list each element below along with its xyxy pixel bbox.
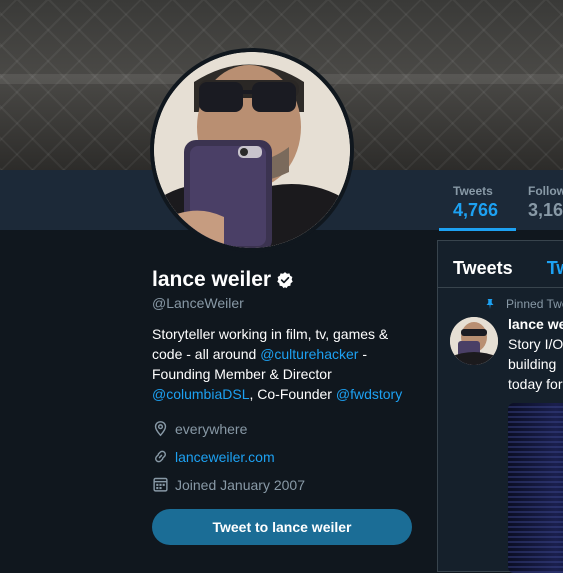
bio-mention-columbiadsl[interactable]: @columbiaDSL	[152, 386, 249, 402]
following-stat[interactable]: Follow 3,16	[528, 184, 563, 221]
tab-tweets-and-replies[interactable]: Tw	[547, 258, 563, 279]
avatar-photo	[154, 52, 350, 248]
location-text: everywhere	[175, 420, 248, 437]
profile-bio: Storyteller working in film, tv, games &…	[152, 324, 412, 404]
joined-text: Joined January 2007	[175, 476, 305, 493]
profile-location: everywhere	[152, 420, 247, 437]
tweets-stat-label: Tweets	[453, 184, 493, 198]
bio-mention-fwdstory[interactable]: @fwdstory	[336, 386, 402, 402]
profile-website: lanceweiler.com	[152, 448, 275, 465]
profile-name[interactable]: lance weiler	[152, 268, 271, 292]
bio-text-3: , Co-Founder	[249, 386, 336, 402]
profile-joined: Joined January 2007	[152, 476, 305, 493]
bio-mention-culturehacker[interactable]: @culturehacker	[260, 346, 358, 362]
avatar-illustration	[154, 52, 350, 248]
calendar-icon	[153, 477, 168, 492]
pinned-text: Pinned Twe	[506, 297, 563, 311]
tweets-stat-value: 4,766	[453, 200, 499, 220]
map-pin-icon	[154, 421, 167, 437]
pinned-tweet-label: Pinned Twe	[484, 297, 563, 311]
profile-avatar[interactable]	[150, 48, 354, 252]
verified-badge-icon	[277, 272, 293, 289]
timeline-divider	[438, 287, 563, 288]
tweet-author-avatar[interactable]	[450, 317, 498, 365]
link-icon	[155, 450, 166, 463]
tab-tweets[interactable]: Tweets	[453, 258, 513, 279]
following-stat-value: 3,16	[528, 200, 563, 220]
pin-icon	[486, 299, 494, 309]
timeline-tabs: Tweets Tw	[453, 258, 563, 279]
website-link[interactable]: lanceweiler.com	[175, 449, 275, 465]
profile-handle[interactable]: @LanceWeiler	[152, 295, 244, 311]
tweets-stat[interactable]: Tweets 4,766	[438, 184, 517, 231]
profile-name-row: lance weiler	[152, 268, 294, 292]
tweet-text-line-2: building	[508, 356, 557, 372]
tweet-avatar-illustration	[450, 317, 498, 365]
tweet-to-button[interactable]: Tweet to lance weiler	[152, 509, 412, 545]
tweet-text-line-3: today for	[508, 376, 563, 392]
tweet-author-name[interactable]: lance we	[508, 316, 563, 332]
tweet-media-image[interactable]	[508, 403, 563, 573]
following-stat-label: Follow	[528, 184, 563, 198]
tweet-text-line-1: Story I/O	[508, 336, 563, 352]
timeline-panel: Tweets Tw Pinned Twe lance we Story I/O …	[437, 240, 563, 573]
